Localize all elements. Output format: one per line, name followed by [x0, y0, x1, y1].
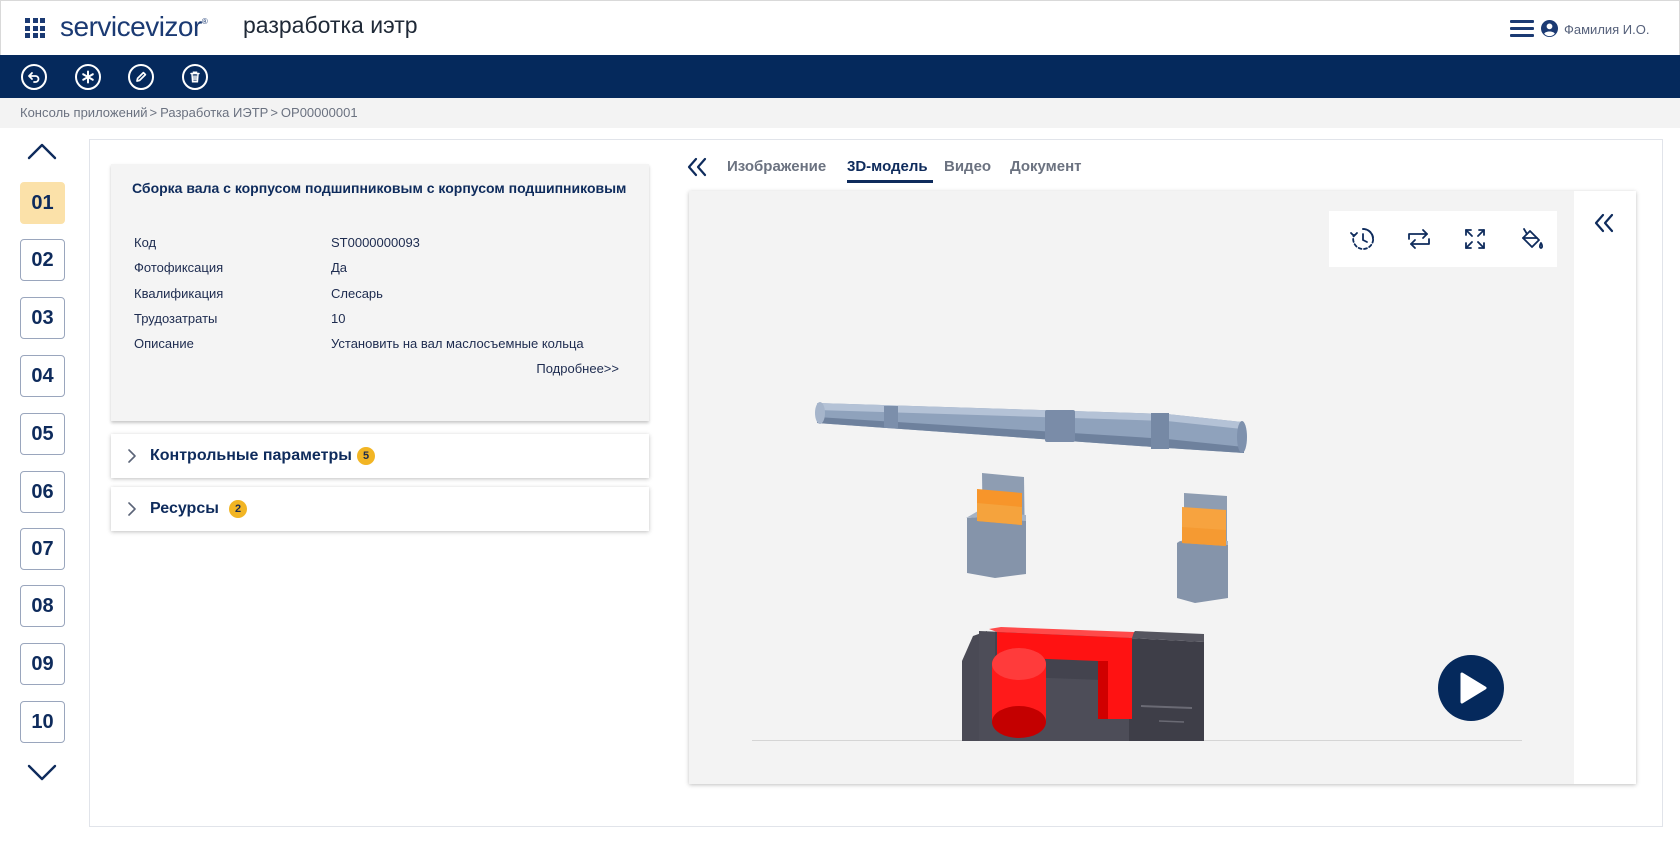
app-title: разработка иэтр [243, 12, 418, 38]
field-value-photo: Да [331, 260, 348, 275]
back-icon [28, 72, 40, 83]
double-chevron-left-icon[interactable] [1592, 211, 1616, 235]
step-02[interactable]: 02 [20, 239, 65, 281]
back-button[interactable] [21, 64, 47, 90]
field-value-labor: 10 [331, 311, 346, 326]
viewer-side-panel [1574, 191, 1636, 784]
count-badge: 5 [357, 447, 375, 465]
breadcrumb: Консоль приложений > Разработка ИЭТР > OP000… [0, 98, 1680, 128]
breadcrumb-item[interactable]: OP00000001 [281, 105, 358, 120]
step-01[interactable]: 01 [20, 182, 65, 224]
step-06[interactable]: 06 [20, 471, 65, 513]
tab-image[interactable]: Изображение [727, 158, 826, 175]
field-value-description: Установить на вал маслосъемные кольца [331, 336, 584, 351]
operation-title: Сборка вала с корпусом подшипниковым с к… [132, 180, 627, 196]
step-03[interactable]: 03 [20, 297, 65, 339]
step-07[interactable]: 07 [20, 528, 65, 570]
chevron-right-icon [128, 502, 136, 516]
new-button[interactable] [75, 64, 101, 90]
field-label-photo: Фотофиксация [134, 260, 224, 275]
field-value-qualification: Слесарь [331, 286, 383, 301]
user-icon[interactable] [1541, 20, 1558, 37]
right-bearing-support [1177, 493, 1228, 603]
tab-document[interactable]: Документ [1010, 158, 1082, 175]
top-header: servicevizor® разработка иэтр Фамилия И.… [0, 0, 1680, 55]
operation-info-card: Сборка вала с корпусом подшипниковым с к… [111, 164, 649, 421]
servicevizor-logo[interactable]: servicevizor® [60, 11, 208, 43]
step-08[interactable]: 08 [20, 585, 65, 627]
edit-icon [136, 71, 147, 82]
step-down-arrow-icon[interactable] [26, 762, 58, 784]
delete-button[interactable] [182, 64, 208, 90]
breadcrumb-separator: > [149, 105, 158, 120]
3d-model-render[interactable] [689, 191, 1569, 741]
count-badge: 2 [229, 500, 247, 518]
active-tab-indicator [847, 180, 933, 183]
left-bearing-support [966, 473, 1026, 578]
press-machine [962, 627, 1204, 741]
accordion-resources[interactable]: Ресурсы 2 [111, 487, 649, 531]
accordion-control-parameters[interactable]: Контрольные параметры 5 [111, 434, 649, 478]
asterisk-icon [82, 70, 94, 84]
fullscreen-icon[interactable] [1461, 225, 1489, 253]
field-label-description: Описание [134, 336, 194, 351]
field-value-code: ST0000000093 [331, 235, 420, 250]
app-grid-icon[interactable] [25, 18, 45, 38]
play-button[interactable] [1438, 655, 1504, 721]
accordion-label: Контрольные параметры [150, 447, 352, 464]
play-icon [1460, 672, 1487, 704]
history-icon[interactable] [1349, 225, 1377, 253]
chevron-right-icon [128, 449, 136, 463]
paint-bucket-icon[interactable] [1517, 225, 1545, 253]
step-04[interactable]: 04 [20, 355, 65, 397]
tab-3d-model[interactable]: 3D-модель [847, 158, 928, 175]
double-chevron-left-icon[interactable] [686, 156, 708, 178]
repeat-icon[interactable] [1405, 225, 1433, 253]
accordion-label: Ресурсы [150, 500, 219, 517]
edit-button[interactable] [128, 64, 154, 90]
tab-video[interactable]: Видео [944, 158, 991, 175]
breadcrumb-separator: > [270, 105, 278, 120]
field-label-labor: Трудозатраты [134, 311, 218, 326]
shaft-part [815, 402, 1247, 453]
viewer-toolbar [1329, 211, 1557, 267]
field-label-code: Код [134, 235, 157, 250]
action-toolbar [0, 55, 1680, 98]
field-label-qualification: Квалификация [134, 286, 224, 301]
breadcrumb-item[interactable]: Разработка ИЭТР [160, 105, 268, 120]
trash-icon [190, 71, 200, 83]
step-10[interactable]: 10 [20, 701, 65, 743]
step-09[interactable]: 09 [20, 643, 65, 685]
user-name[interactable]: Фамилия И.О. [1564, 22, 1650, 37]
more-details-link[interactable]: Подробнее>> [536, 361, 619, 376]
breadcrumb-item[interactable]: Консоль приложений [20, 105, 148, 120]
step-05[interactable]: 05 [20, 413, 65, 455]
step-up-arrow-icon[interactable] [26, 140, 58, 162]
menu-icon[interactable] [1510, 20, 1534, 38]
